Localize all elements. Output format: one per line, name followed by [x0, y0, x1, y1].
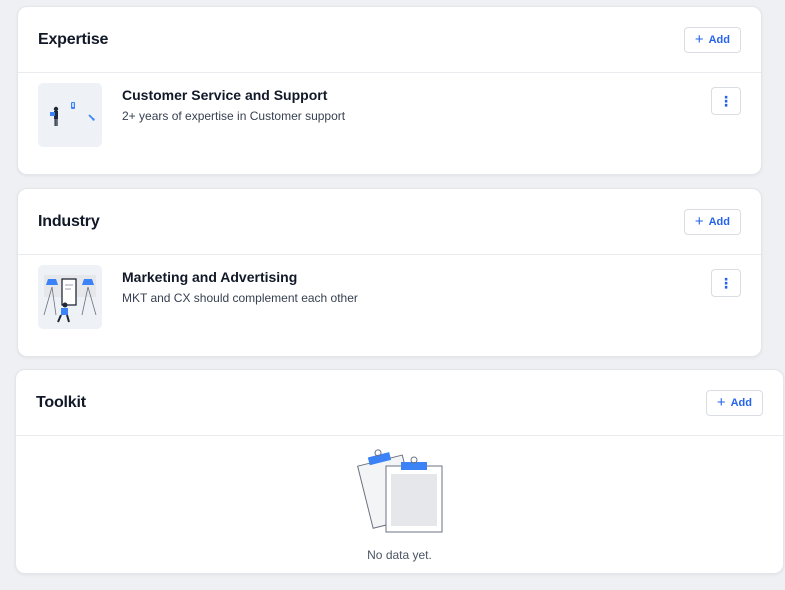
industry-header: Industry + Add: [18, 189, 761, 255]
plus-icon: +: [694, 212, 704, 230]
expertise-card: Expertise + Add Customer Service and Sup…: [17, 6, 762, 175]
toolkit-header: Toolkit + Add: [16, 370, 783, 436]
expertise-item-subtitle: 2+ years of expertise in Customer suppor…: [122, 109, 346, 123]
industry-card: Industry + Add Marketing and Advertising…: [17, 188, 762, 357]
expertise-header: Expertise + Add: [18, 7, 761, 73]
add-label: Add: [708, 33, 730, 46]
clipboard-icon: [356, 444, 446, 541]
toolkit-card: Toolkit + Add No data yet.: [15, 369, 784, 574]
industry-title: Industry: [38, 212, 100, 230]
industry-item-title: Marketing and Advertising: [122, 269, 298, 285]
toolkit-empty-state: No data yet.: [16, 436, 783, 573]
empty-state-text: No data yet.: [367, 548, 432, 562]
expertise-item: Customer Service and Support 2+ years of…: [18, 73, 761, 147]
plus-icon: +: [694, 30, 704, 48]
kebab-menu-icon: ⋮: [719, 92, 733, 109]
expertise-title: Expertise: [38, 30, 109, 48]
industry-item-subtitle: MKT and CX should complement each other: [122, 291, 358, 305]
industry-item-more-button[interactable]: ⋮: [711, 269, 741, 297]
expertise-item-more-button[interactable]: ⋮: [711, 87, 741, 115]
toolkit-title: Toolkit: [36, 393, 86, 411]
industry-item: Marketing and Advertising MKT and CX sho…: [18, 255, 761, 329]
toolkit-add-button[interactable]: + Add: [705, 389, 763, 416]
plus-icon: +: [716, 393, 726, 411]
marketing-illustration: [38, 265, 102, 329]
industry-add-button[interactable]: + Add: [683, 208, 741, 235]
kebab-menu-icon: ⋮: [719, 274, 733, 291]
expertise-add-button[interactable]: + Add: [683, 26, 741, 53]
add-label: Add: [730, 396, 752, 409]
customer-support-illustration: [38, 83, 102, 147]
add-label: Add: [708, 215, 730, 228]
expertise-item-title: Customer Service and Support: [122, 87, 328, 103]
